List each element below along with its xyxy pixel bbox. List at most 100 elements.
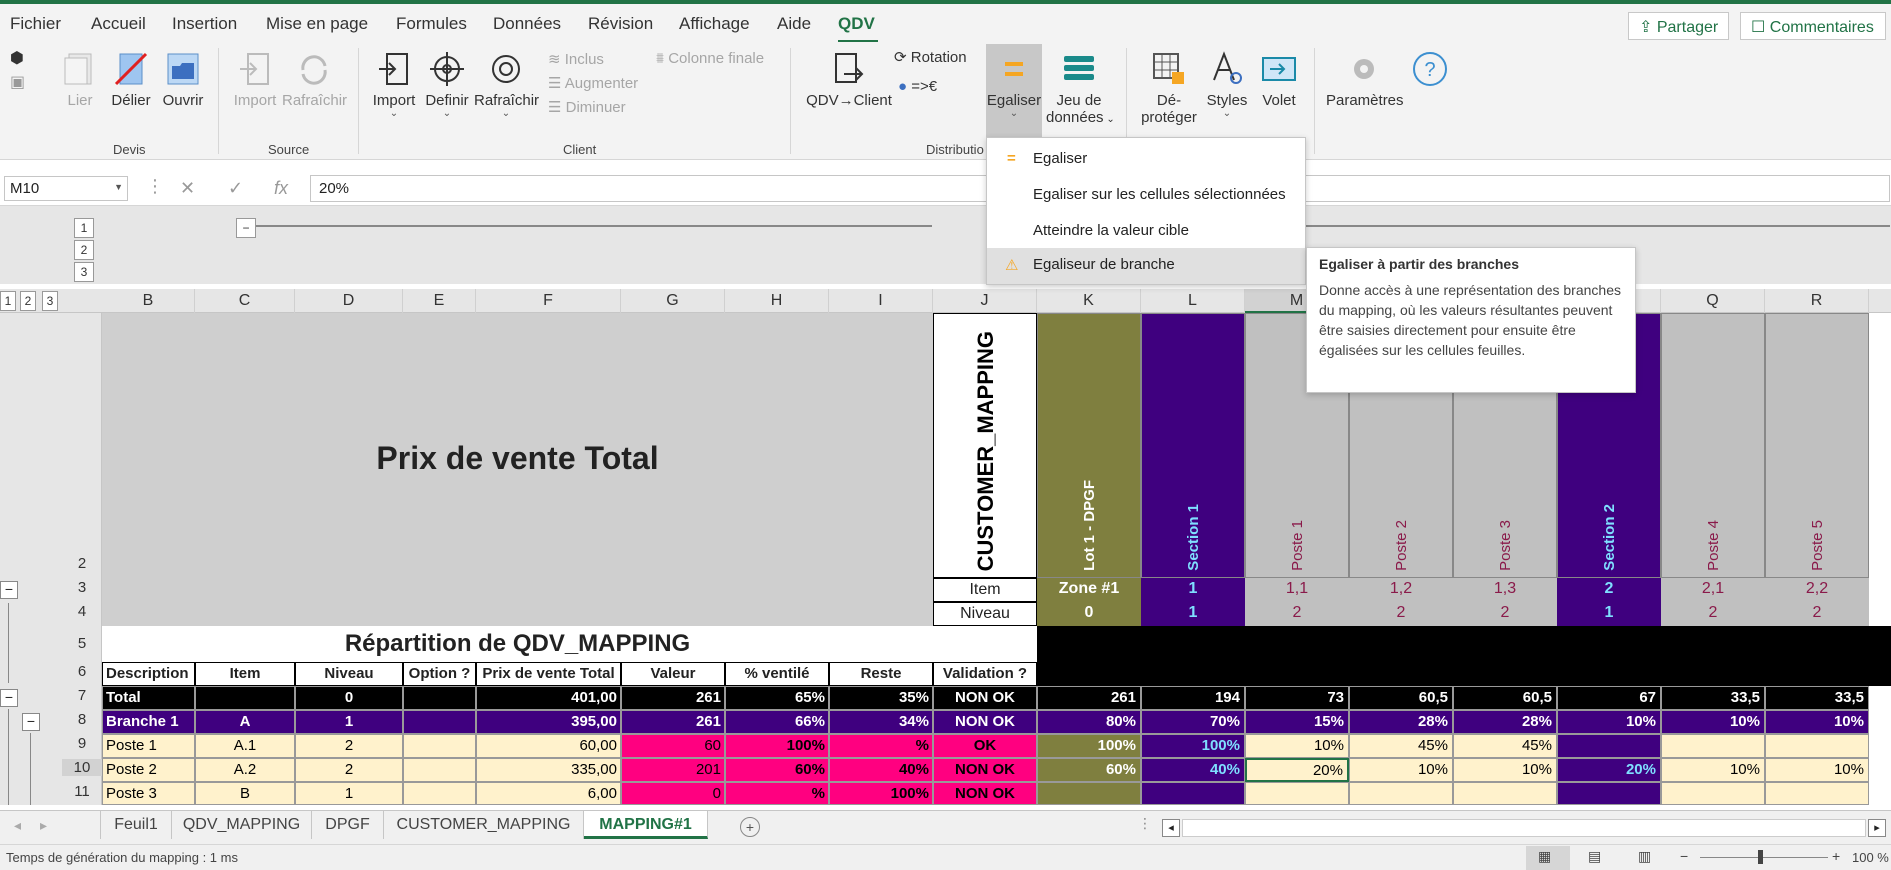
map-cell[interactable]: 15%: [1245, 710, 1349, 734]
table-cell[interactable]: 0: [295, 686, 403, 710]
table-cell[interactable]: 0: [621, 782, 725, 805]
scroll-left-icon[interactable]: ◂: [14, 817, 21, 834]
map-cell[interactable]: 100%: [1037, 734, 1141, 758]
sheet-tab-mapping1[interactable]: MAPPING#1: [584, 811, 708, 839]
table-cell[interactable]: 100%: [829, 782, 933, 805]
table-cell[interactable]: A.2: [195, 758, 295, 782]
table-cell[interactable]: 401,00: [476, 686, 621, 710]
map-cell[interactable]: 20%: [1557, 758, 1661, 782]
table-cell[interactable]: [403, 758, 476, 782]
map-cell[interactable]: [1765, 782, 1869, 805]
map-cell[interactable]: 40%: [1141, 758, 1245, 782]
table-cell[interactable]: 1: [295, 710, 403, 734]
map-cell[interactable]: 67: [1557, 686, 1661, 710]
map-cell[interactable]: 70%: [1141, 710, 1245, 734]
table-cell[interactable]: NON OK: [933, 782, 1037, 805]
table-cell[interactable]: A: [195, 710, 295, 734]
zoom-level[interactable]: 100 %: [1852, 850, 1889, 865]
table-cell[interactable]: B: [195, 782, 295, 805]
map-cell[interactable]: [1557, 734, 1661, 758]
table-cell[interactable]: Branche 1: [102, 710, 195, 734]
table-cell[interactable]: 261: [621, 710, 725, 734]
table-cell[interactable]: %: [829, 734, 933, 758]
map-cell[interactable]: [1349, 782, 1453, 805]
normal-view-icon[interactable]: ▦: [1538, 848, 1551, 865]
page-break-icon[interactable]: ▥: [1638, 848, 1651, 865]
map-cell[interactable]: 60,5: [1453, 686, 1557, 710]
table-cell[interactable]: Poste 1: [102, 734, 195, 758]
map-cell[interactable]: 100%: [1141, 734, 1245, 758]
map-cell[interactable]: [1661, 782, 1765, 805]
zoom-slider-thumb[interactable]: [1758, 850, 1763, 864]
map-cell[interactable]: 10%: [1557, 710, 1661, 734]
map-cell[interactable]: 45%: [1349, 734, 1453, 758]
menu-item-egaliser-selection[interactable]: Egaliser sur les cellules sélectionnées: [987, 178, 1305, 214]
map-cell[interactable]: 10%: [1349, 758, 1453, 782]
zoom-slider[interactable]: [1700, 857, 1828, 858]
map-cell[interactable]: 73: [1245, 686, 1349, 710]
map-cell[interactable]: 261: [1037, 686, 1141, 710]
menu-item-egaliser[interactable]: = Egaliser: [987, 142, 1305, 178]
map-cell[interactable]: 60%: [1037, 758, 1141, 782]
table-cell[interactable]: NON OK: [933, 758, 1037, 782]
map-cell[interactable]: 10%: [1661, 758, 1765, 782]
sheet-tab-qdv-mapping[interactable]: QDV_MAPPING: [172, 811, 312, 839]
table-cell[interactable]: 100%: [725, 734, 829, 758]
map-cell[interactable]: [1037, 782, 1141, 805]
table-cell[interactable]: OK: [933, 734, 1037, 758]
table-cell[interactable]: 261: [621, 686, 725, 710]
map-cell[interactable]: 33,5: [1661, 686, 1765, 710]
table-cell[interactable]: %: [725, 782, 829, 805]
map-cell[interactable]: 28%: [1453, 710, 1557, 734]
table-cell[interactable]: 1: [295, 782, 403, 805]
map-cell[interactable]: 28%: [1349, 710, 1453, 734]
table-cell[interactable]: [403, 686, 476, 710]
map-cell[interactable]: 10%: [1765, 710, 1869, 734]
table-cell[interactable]: [403, 782, 476, 805]
map-cell[interactable]: [1765, 734, 1869, 758]
table-cell[interactable]: [195, 686, 295, 710]
map-cell[interactable]: 10%: [1765, 758, 1869, 782]
map-cell[interactable]: 45%: [1453, 734, 1557, 758]
table-cell[interactable]: 66%: [725, 710, 829, 734]
table-cell[interactable]: Poste 3: [102, 782, 195, 805]
scroll-right-icon[interactable]: ▸: [40, 817, 47, 834]
map-cell[interactable]: 194: [1141, 686, 1245, 710]
table-cell[interactable]: [403, 734, 476, 758]
table-cell[interactable]: 395,00: [476, 710, 621, 734]
table-cell[interactable]: NON OK: [933, 686, 1037, 710]
sheet-tab-feuil1[interactable]: Feuil1: [100, 811, 172, 839]
horizontal-scrollbar[interactable]: [1182, 819, 1866, 837]
active-cell-m10[interactable]: 20%: [1245, 758, 1349, 782]
table-cell[interactable]: 2: [295, 734, 403, 758]
table-cell[interactable]: 2: [295, 758, 403, 782]
sheet-tab-dpgf[interactable]: DPGF: [312, 811, 384, 839]
table-cell[interactable]: 60: [621, 734, 725, 758]
map-cell[interactable]: [1557, 782, 1661, 805]
menu-item-valeur-cible[interactable]: Atteindre la valeur cible: [987, 214, 1305, 250]
sheet-tab-customer-mapping[interactable]: CUSTOMER_MAPPING: [384, 811, 584, 839]
zoom-out-icon[interactable]: −: [1680, 848, 1688, 864]
table-cell[interactable]: Total: [102, 686, 195, 710]
table-cell[interactable]: 6,00: [476, 782, 621, 805]
map-cell[interactable]: [1661, 734, 1765, 758]
map-cell[interactable]: [1141, 782, 1245, 805]
map-cell[interactable]: [1453, 782, 1557, 805]
table-cell[interactable]: 60,00: [476, 734, 621, 758]
zoom-in-icon[interactable]: +: [1832, 848, 1840, 864]
map-cell[interactable]: 10%: [1453, 758, 1557, 782]
map-cell[interactable]: 60,5: [1349, 686, 1453, 710]
hscroll-left-button[interactable]: ◂: [1162, 819, 1180, 837]
map-cell[interactable]: 10%: [1245, 734, 1349, 758]
table-cell[interactable]: 35%: [829, 686, 933, 710]
map-cell[interactable]: 80%: [1037, 710, 1141, 734]
table-cell[interactable]: 201: [621, 758, 725, 782]
table-cell[interactable]: 65%: [725, 686, 829, 710]
page-layout-icon[interactable]: ▤: [1588, 848, 1601, 865]
table-cell[interactable]: 34%: [829, 710, 933, 734]
table-cell[interactable]: [403, 710, 476, 734]
map-cell[interactable]: [1245, 782, 1349, 805]
table-cell[interactable]: NON OK: [933, 710, 1037, 734]
menu-item-egaliseur-branche[interactable]: ⚠ Egaliseur de branche: [987, 248, 1305, 284]
map-cell[interactable]: 10%: [1661, 710, 1765, 734]
